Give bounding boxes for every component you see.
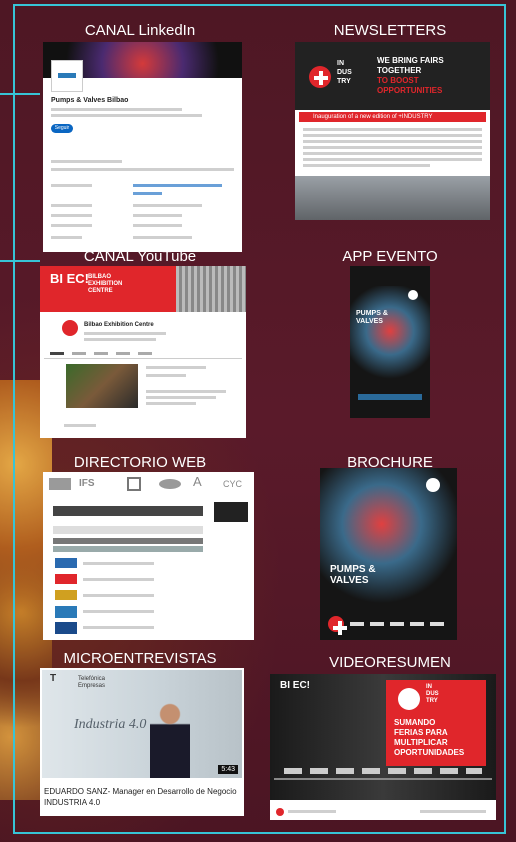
video-thumbnail[interactable] bbox=[66, 364, 138, 408]
label-micro: MICROENTREVISTAS bbox=[63, 650, 217, 667]
micro-card[interactable]: T Telefónica Empresas Industria 4.0 5:43… bbox=[40, 668, 244, 816]
app-title: PUMPS & VALVES bbox=[356, 310, 388, 325]
label-video: VIDEORESUMEN bbox=[329, 654, 451, 671]
micro-video[interactable]: T Telefónica Empresas Industria 4.0 5:43 bbox=[42, 670, 242, 778]
app-card[interactable]: PUMPS & VALVES bbox=[350, 266, 430, 418]
newsletter-photo bbox=[295, 176, 490, 220]
company-name: Pumps & Valves Bilbao bbox=[51, 97, 129, 104]
label-app: APP EVENTO bbox=[342, 248, 438, 265]
video-player[interactable]: BI EC! IN DUS TRY SUMANDO FERIAS PARA MU… bbox=[270, 674, 496, 800]
logo-strip: IFS A CYC bbox=[43, 472, 254, 496]
speaker bbox=[150, 700, 190, 778]
micro-caption: EDUARDO SANZ- Manager en Desarrollo de N… bbox=[44, 787, 237, 807]
label-linkedin: CANAL LinkedIn bbox=[84, 22, 196, 39]
app-artwork bbox=[350, 286, 430, 386]
brochure-card[interactable]: PUMPS & VALVES bbox=[320, 468, 457, 640]
video-card[interactable]: BI EC! IN DUS TRY SUMANDO FERIAS PARA MU… bbox=[270, 674, 496, 820]
company-logo bbox=[51, 60, 83, 92]
youtube-card[interactable]: BI EC! BILBAO EXHIBITION CENTRE Bilbao E… bbox=[40, 266, 246, 438]
video-duration: 5:43 bbox=[218, 765, 238, 774]
brochure-title: PUMPS & VALVES bbox=[330, 564, 376, 586]
youtube-banner: BI EC! BILBAO EXHIBITION CENTRE bbox=[40, 266, 246, 312]
label-directorio: DIRECTORIO WEB bbox=[73, 454, 207, 471]
linkedin-card[interactable]: Pumps & Valves Bilbao Seguir bbox=[43, 42, 242, 252]
newsletter-banner: Inauguration of a new edition of +INDUST… bbox=[299, 112, 486, 122]
follow-button[interactable]: Seguir bbox=[51, 124, 73, 133]
label-newsletters: NEWSLETTERS bbox=[333, 22, 447, 39]
directorio-card[interactable]: IFS A CYC bbox=[43, 472, 254, 640]
channel-tabs[interactable] bbox=[44, 350, 242, 359]
newsletter-card[interactable]: IN DUS TRY WE BRING FAIRS TOGETHER TO BO… bbox=[295, 42, 490, 220]
channel-avatar bbox=[62, 320, 78, 336]
app-button[interactable] bbox=[358, 394, 422, 400]
newsletter-header: IN DUS TRY WE BRING FAIRS TOGETHER TO BO… bbox=[295, 42, 490, 110]
progress-bar[interactable] bbox=[274, 778, 492, 780]
channel-name: Bilbao Exhibition Centre bbox=[84, 322, 154, 328]
